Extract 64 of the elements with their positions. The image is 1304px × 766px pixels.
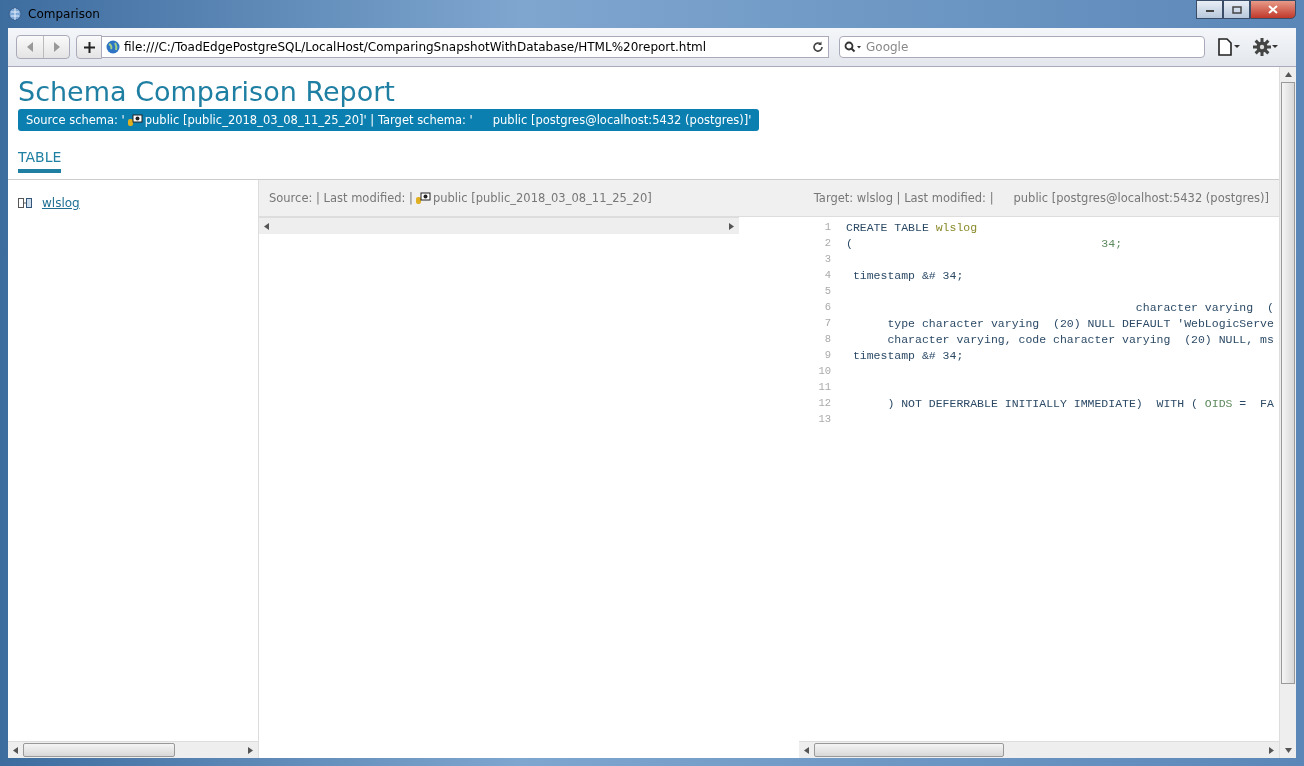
horizontal-scrollbar[interactable] [799,741,1279,758]
close-icon [1268,5,1278,14]
reload-icon[interactable] [812,41,824,53]
plus-icon [83,41,95,53]
horizontal-scrollbar[interactable] [8,741,258,758]
line-number: 12 [817,397,832,409]
search-field[interactable]: Google [839,36,1205,58]
maximize-button[interactable] [1223,0,1250,19]
database-camera-icon [126,113,143,127]
globe-icon [8,7,22,21]
target-schema-value: public [postgres@localhost:5432 (postgres)]' [492,113,752,127]
scroll-right-arrow-icon[interactable] [248,746,253,754]
globe-icon [106,40,120,54]
line-number: 2 [823,237,832,249]
page-menu-icon[interactable] [1217,38,1241,56]
code-line: timestamp &# 34; [851,268,964,282]
forward-arrow-icon [52,42,61,52]
settings-icon[interactable] [1253,38,1279,56]
database-camera-icon [414,191,431,205]
line-number: 6 [823,301,832,313]
scroll-right-arrow-icon[interactable] [1269,746,1274,754]
line-number: 1 [823,221,832,233]
line-number: 11 [817,381,832,393]
source-schema-name: public [public_2018_03_08_11_25_20] [432,191,652,205]
scroll-left-arrow-icon[interactable] [804,746,809,754]
scroll-left-arrow-icon[interactable] [13,746,18,754]
scroll-left-arrow-icon[interactable] [264,222,269,230]
scroll-right-arrow-icon[interactable] [729,222,734,230]
line-number: 10 [817,365,832,377]
source-header-label: Source: | Last modified: | [269,191,413,205]
table-tab[interactable]: TABLE [18,149,62,173]
table-link[interactable]: wlslog [42,196,80,210]
report-heading: Schema Comparison Report [18,75,396,109]
code-line: ( 34; [846,236,1123,250]
close-button[interactable] [1250,0,1296,19]
window-title: Comparison [28,7,100,21]
new-tab-button[interactable] [76,35,102,59]
minimize-button[interactable] [1196,0,1223,19]
line-number: 7 [823,317,832,329]
line-number: 9 [823,349,832,361]
horizontal-scrollbar[interactable] [259,217,739,234]
line-number: 4 [823,269,832,281]
target-header-label: Target: wlslog | Last modified: | [813,191,994,205]
target-schema-name: public [postgres@localhost:5432 (postgres)] [1013,191,1269,205]
schema-names: public [public_2018_03_08_11_25_20]' | Target schema: ' [144,113,473,127]
maximize-icon [1231,5,1242,14]
code-line: ) NOT DEFERRABLE INITIALLY IMMEDIATE) WITH ( OIDS = FA [886,396,1274,410]
line-number: 13 [817,413,832,425]
search-icon[interactable] [844,41,862,53]
scroll-up-arrow-icon[interactable] [1284,72,1292,77]
code-line: CREATE TABLE wlslog [846,220,978,234]
address-field[interactable]: file:///C:/ToadEdgePostgreSQL/LocalHost/ComparingSnapshotWithDatabase/HTML%20report.html [101,36,829,58]
code-line: type character varying (20) NULL DEFAULT 'WebLogicServe [886,316,1274,330]
source-schema-label: Source schema: ' [26,113,125,127]
code-line: character varying, code character varying (20) NULL, ms [886,332,1274,346]
code-line: timestamp &# 34; [851,348,964,362]
vertical-scrollbar[interactable] [1279,67,1296,758]
line-number: 3 [823,253,832,265]
line-number: 8 [823,333,832,345]
table-compare-icon [18,198,32,208]
line-number: 5 [823,285,832,297]
code-line: character varying ( [1134,300,1274,314]
back-arrow-icon [26,42,34,52]
scroll-down-arrow-icon[interactable] [1284,748,1292,753]
